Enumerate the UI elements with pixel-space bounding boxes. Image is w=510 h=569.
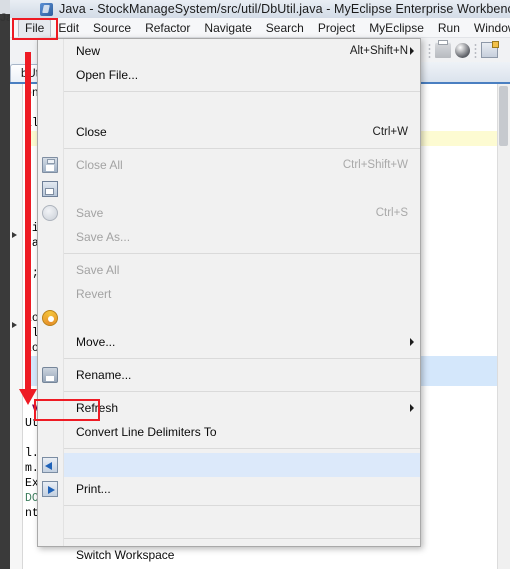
menu-item-restart[interactable]: Convert Line Delimiters To [64, 420, 420, 444]
menu-item-export[interactable]: Print... [64, 477, 420, 501]
menu-item-print[interactable]: Rename... [64, 363, 420, 387]
menu-item-shortcut: Ctrl+W [372, 126, 408, 138]
menubar-item-search[interactable]: Search [259, 19, 311, 37]
save-all-icon [42, 205, 58, 221]
menu-item-label: Print... [76, 482, 111, 496]
menu-item-shortcut: Ctrl+S [375, 207, 408, 219]
menu-item-label: Open File... [76, 68, 139, 82]
print-icon [42, 367, 58, 383]
gutter-marker-1[interactable] [12, 232, 17, 238]
toolbar-drag-handle[interactable] [428, 42, 431, 58]
editor-gutter[interactable] [10, 84, 23, 569]
menu-separator [64, 148, 420, 149]
menu-item-new[interactable]: New Alt+Shift+N [64, 39, 420, 63]
menu-item-label: Save All [76, 263, 120, 277]
scrollbar-thumb[interactable] [499, 86, 508, 146]
menu-item-shortcut: Ctrl+Shift+W [342, 159, 408, 171]
menubar-item-window[interactable]: Window [467, 19, 510, 37]
menubar-item-myeclipse[interactable]: MyEclipse [362, 19, 431, 37]
menu-separator [64, 505, 420, 506]
menu-item-switch-workspace[interactable]: Refresh [64, 396, 420, 420]
menu-item-move: Save All [64, 258, 420, 282]
menu-icon-column [38, 39, 64, 546]
menubar-item-navigate[interactable]: Navigate [197, 19, 258, 37]
menu-item-refresh[interactable] [64, 306, 420, 330]
save-icon [42, 157, 58, 173]
myeclipse-window: Java - StockManageSystem/src/util/DbUtil… [10, 0, 510, 569]
menu-item-save-all: Save Ctrl+S [64, 201, 420, 225]
export-icon [42, 481, 58, 497]
menu-item-revert: Save As... [64, 225, 420, 249]
open-perspective-icon[interactable] [481, 41, 499, 58]
annotation-arrow-head [19, 389, 37, 405]
submenu-arrow-icon [410, 47, 414, 55]
menu-separator [64, 253, 420, 254]
menu-item-label: Save [76, 206, 104, 220]
gutter-marker-2[interactable] [12, 322, 17, 328]
import-icon [42, 457, 58, 473]
annotation-box-file-menu [12, 18, 58, 40]
menu-item-label: Revert [76, 287, 112, 301]
file-dropdown-menu: New Alt+Shift+N Open File... Close Ctrl+W Clo… [37, 38, 421, 562]
menu-item-rename: Revert [64, 282, 420, 306]
menu-separator [64, 358, 420, 359]
menu-item-label: Save As... [76, 230, 131, 244]
menu-separator [64, 91, 420, 92]
menu-item-label: New [76, 44, 101, 58]
submenu-arrow-icon [410, 404, 414, 412]
menubar-item-source[interactable]: Source [86, 19, 138, 37]
editor-vertical-scrollbar[interactable] [497, 84, 510, 569]
menu-item-1-dbutil-java-stockmanagesystem-src[interactable]: Switch Workspace [64, 543, 420, 567]
menu-item-shortcut: Alt+Shift+N [349, 45, 408, 57]
menu-item-convert-line-delimiters-to[interactable]: Move... [64, 330, 420, 354]
window-title: Java - StockManageSystem/src/util/DbUtil… [59, 2, 510, 16]
menu-separator [64, 391, 420, 392]
menubar: File Edit Source Refactor Navigate Search Proj… [10, 18, 510, 38]
search-icon[interactable] [455, 42, 470, 58]
desktop-background [0, 0, 10, 569]
menubar-item-run[interactable]: Run [431, 19, 467, 37]
menu-item-label: Close All [76, 158, 123, 172]
menu-item-close-all[interactable]: Close Ctrl+W [64, 120, 420, 144]
submenu-arrow-icon [410, 338, 414, 346]
menu-item-import[interactable] [64, 453, 420, 477]
annotation-arrow-shaft [25, 52, 31, 392]
annotation-box-import-item [34, 399, 100, 421]
screenshot-root: Ja Java - StockManageSystem/src/util/DbU… [0, 0, 510, 569]
menu-item-label: Switch Workspace [76, 548, 175, 562]
menu-separator [64, 538, 420, 539]
menubar-item-refactor[interactable]: Refactor [138, 19, 197, 37]
menu-item-properties[interactable] [64, 510, 420, 534]
save-as-icon [42, 181, 58, 197]
menubar-item-project[interactable]: Project [311, 19, 362, 37]
menu-item-list: New Alt+Shift+N Open File... Close Ctrl+W Clo… [64, 39, 420, 562]
menu-item-close[interactable] [64, 96, 420, 120]
menu-item-open-file[interactable]: Open File... [64, 63, 420, 87]
refresh-icon [42, 310, 58, 326]
menu-item-save: Close All Ctrl+Shift+W [64, 153, 420, 177]
menu-item-label: Move... [76, 335, 116, 349]
window-titlebar: Java - StockManageSystem/src/util/DbUtil… [10, 0, 510, 18]
toolbar-drag-handle-2[interactable] [474, 42, 477, 58]
menu-separator [64, 448, 420, 449]
java-perspective-icon [40, 2, 53, 16]
menu-item-label: Rename... [76, 368, 132, 382]
menu-item-save-as[interactable] [64, 177, 420, 201]
menu-item-label: Close [76, 125, 107, 139]
print-icon[interactable] [435, 40, 451, 58]
menu-item-label: Convert Line Delimiters To [76, 425, 217, 439]
